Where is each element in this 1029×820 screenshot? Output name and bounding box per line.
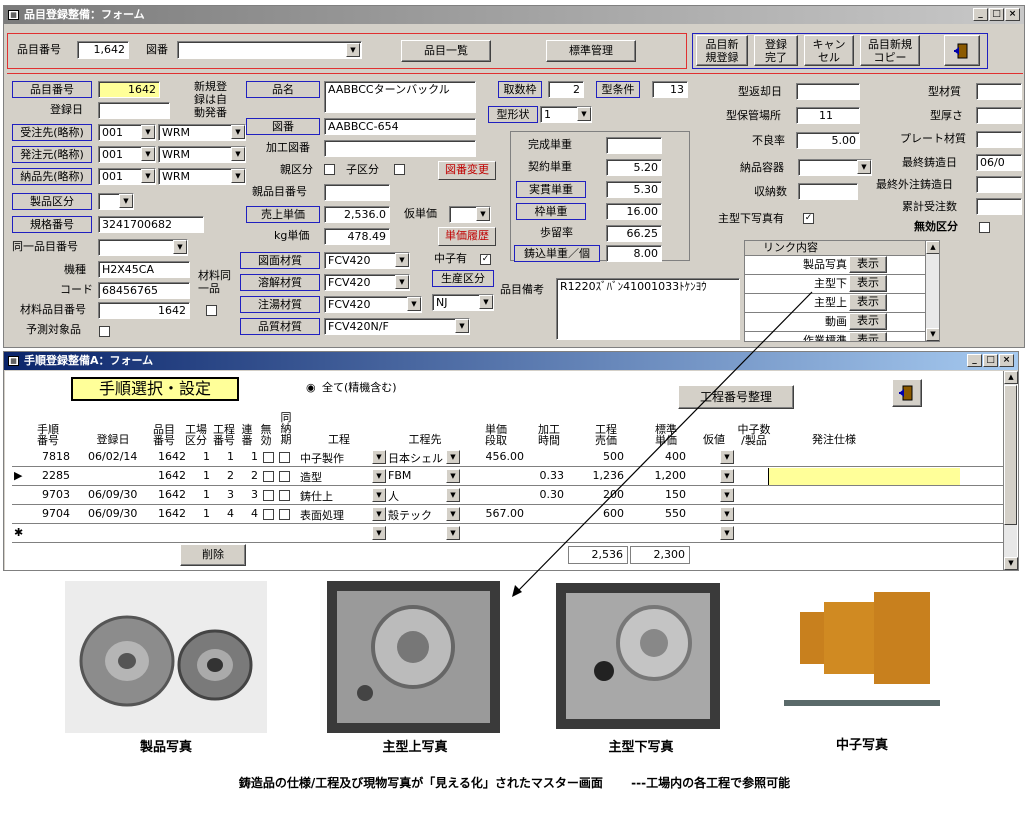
footer-caption: 鋳造品の仕様/工程及び現物写真が「見える化」されたマスター画面 ---工場内の各… <box>0 774 1029 791</box>
lower-mold-caption: 主型下写真 <box>608 740 674 755</box>
footer-caption-sub: ---工場内の各工程で参照可能 <box>631 776 791 790</box>
product-photo-image <box>65 581 267 733</box>
upper-mold-photo <box>327 581 500 733</box>
product-photo <box>65 581 267 733</box>
core-photo-caption: 中子写真 <box>835 738 888 753</box>
lower-mold-photo <box>556 583 720 729</box>
upper-mold-caption: 主型上写真 <box>382 740 448 755</box>
product-photo-caption: 製品写真 <box>139 740 192 755</box>
core-photo <box>778 584 944 730</box>
core-photo-image <box>778 584 944 730</box>
upper-mold-photo-image <box>327 581 500 733</box>
footer-caption-main: 鋳造品の仕様/工程及び現物写真が「見える化」されたマスター画面 <box>238 776 603 790</box>
lower-mold-photo-image <box>556 583 720 729</box>
